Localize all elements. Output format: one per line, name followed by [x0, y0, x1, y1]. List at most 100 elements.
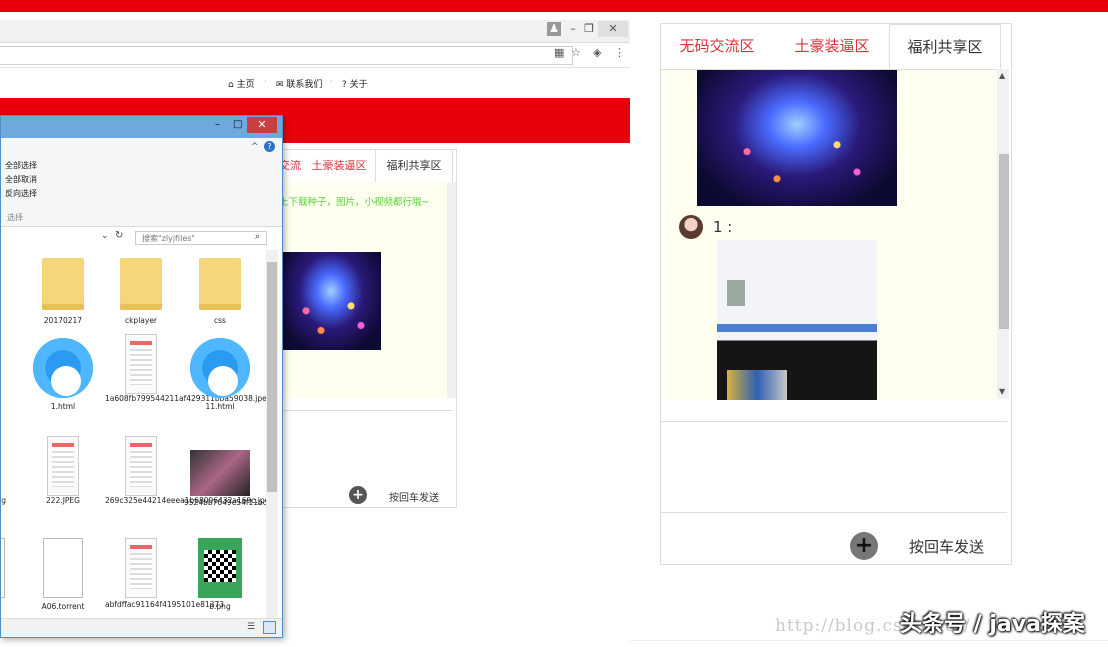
file-grid: 6 20170217 ckplayer css 1.html 1a608fb79… [1, 250, 266, 618]
message-input[interactable] [661, 421, 1007, 513]
qr-image-icon [198, 538, 242, 598]
close-icon[interactable]: ✕ [598, 21, 628, 37]
refresh-icon[interactable]: ↻ [115, 230, 123, 241]
chat-icon: ✉ [276, 80, 284, 90]
nav-contact[interactable]: ✉ 联系我们 [276, 77, 322, 90]
nav-home[interactable]: ⌂ 主页 [228, 77, 255, 90]
translate-icon[interactable]: ▦ [554, 46, 564, 59]
chat-scroll-thumb[interactable] [999, 154, 1009, 329]
restore-icon[interactable]: ❐ [582, 22, 596, 36]
maximize-icon[interactable]: □ [233, 119, 242, 130]
home-icon: ⌂ [228, 80, 234, 90]
question-icon: ? [342, 80, 347, 90]
folder-icon [42, 258, 84, 310]
photo-detail [717, 324, 877, 332]
invert-selection-button[interactable]: 反向选择 [5, 188, 37, 199]
menu-dots-icon[interactable]: ⋮ [614, 46, 625, 59]
minimize-icon[interactable]: – [566, 22, 580, 36]
nav-separator: · [264, 77, 267, 87]
notice-text: 上下载种子，图片，小视频都行哦~ [279, 197, 430, 208]
plus-circle-icon[interactable]: + [850, 532, 878, 560]
blank-file-icon [1, 538, 5, 598]
browser-titlebar: ♟ – ❐ ✕ [0, 20, 630, 43]
tab-welfare[interactable]: 福利共享区 [375, 150, 453, 182]
file-item[interactable]: css [184, 258, 256, 326]
plus-circle-icon[interactable]: + [349, 486, 367, 504]
scroll-down-icon[interactable]: ▼ [999, 387, 1005, 396]
send-hint: 按回车发送 [389, 493, 439, 504]
tab-rich[interactable]: 土豪装逼区 [779, 24, 885, 68]
image-file-icon [125, 538, 157, 598]
inner-message-area: 上下载种子，图片，小视频都行哦~ [279, 182, 447, 398]
avatar [679, 215, 703, 239]
tab-uncensored-exchange[interactable]: 无码交流区 [667, 24, 767, 68]
ribbon-group-label: 选择 [7, 213, 23, 222]
blank-file-icon [43, 538, 83, 598]
search-input[interactable]: 搜索"zlyjfiles" [135, 231, 267, 245]
inner-chat-panel: 交流区 土豪装逼区 福利共享区 上下载种子，图片，小视频都行哦~ + 按回车发送 [278, 149, 457, 508]
scroll-up-icon[interactable]: ▲ [999, 71, 1005, 80]
star-icon[interactable]: ☆ [571, 46, 581, 59]
photo-thumbnail [190, 450, 250, 496]
close-icon[interactable]: ✕ [247, 117, 277, 133]
collapse-ribbon-icon[interactable]: ^ [251, 142, 259, 152]
inner-message-input[interactable] [279, 410, 453, 473]
inner-scrollbar[interactable] [447, 182, 456, 398]
file-explorer-window: – □ ✕ ^ ? 全部选择 全部取消 反向选择 选择 ⌄ ↻ 搜索"zlyjf… [0, 115, 283, 638]
file-item[interactable]: abfdffac91164f4195101e81373 [105, 538, 224, 610]
city-night-image [281, 252, 381, 350]
file-item[interactable]: 11.html [184, 338, 256, 412]
select-all-button[interactable]: 全部选择 [5, 160, 37, 171]
send-hint: 按回车发送 [909, 538, 985, 556]
screenshot-photo [717, 240, 877, 400]
file-item[interactable]: b.png [184, 538, 256, 612]
tab-welfare[interactable]: 福利共享区 [889, 24, 1001, 69]
chat-panel: 无码交流区 土豪装逼区 福利共享区 1 : ▲ ▼ + 按回车发送 [660, 23, 1012, 565]
help-icon[interactable]: ? [264, 141, 275, 152]
message-area: 1 : [661, 69, 997, 400]
browser-file-icon [33, 338, 93, 398]
minimize-icon[interactable]: – [215, 119, 220, 130]
file-item[interactable]: 20170217 [27, 258, 99, 326]
file-item[interactable]: 222.JPEG [27, 436, 99, 506]
explorer-ribbon: ^ ? 全部选择 全部取消 反向选择 选择 [1, 138, 282, 227]
extension-icon[interactable]: ◈ [593, 46, 601, 59]
file-item[interactable]: 269c325e44214eeea1b68096432a169c.jpeg [105, 436, 266, 506]
image-file-icon [47, 436, 79, 496]
file-item[interactable] [1, 338, 21, 398]
explorer-scroll-thumb[interactable] [267, 262, 277, 492]
message-user: 1 : [713, 218, 733, 236]
watermark-brand: 头条号 / java探案 [900, 612, 1085, 637]
folder-icon [199, 258, 241, 310]
folder-icon [120, 258, 162, 310]
browser-file-icon [190, 338, 250, 398]
chevron-down-icon[interactable]: ⌄ [101, 231, 109, 241]
file-item[interactable]: ckplayer [105, 258, 177, 326]
explorer-titlebar: – □ ✕ [1, 116, 282, 138]
nav-about[interactable]: ? 关于 [342, 77, 368, 90]
city-night-image [697, 70, 897, 206]
tab-rich[interactable]: 土豪装逼区 [303, 150, 375, 182]
profile-icon[interactable]: ♟ [547, 22, 561, 36]
file-item[interactable]: 1a608fb799544211af429311bba59038.jpeg [105, 334, 266, 404]
browser-toolbar: ▦ ☆ ◈ ⋮ [0, 43, 630, 68]
file-item[interactable] [1, 538, 21, 598]
search-icon[interactable]: ⌕ [255, 232, 260, 242]
divider [630, 640, 1108, 641]
address-bar[interactable] [0, 46, 573, 65]
site-nav: ⌂ 主页 · ✉ 联系我们 · ? 关于 [0, 70, 630, 96]
large-icons-view-icon[interactable] [263, 621, 276, 634]
file-item[interactable]: 214a52ceg [1, 436, 21, 506]
image-file-icon [125, 436, 157, 496]
select-none-button[interactable]: 全部取消 [5, 174, 37, 185]
file-item[interactable]: 9524bb7049e54f11bca4640c3751fdf0.jpeg [184, 450, 266, 508]
nav-separator: · [330, 77, 333, 87]
image-file-icon [125, 334, 157, 394]
photo-detail [727, 370, 787, 400]
top-red-bar [0, 0, 1108, 12]
photo-detail [727, 280, 745, 306]
file-item[interactable]: 6 [1, 258, 21, 328]
file-item[interactable]: A06.torrent [27, 538, 99, 612]
file-item[interactable]: 1.html [27, 338, 99, 412]
details-view-icon[interactable]: ☰ [247, 622, 255, 632]
